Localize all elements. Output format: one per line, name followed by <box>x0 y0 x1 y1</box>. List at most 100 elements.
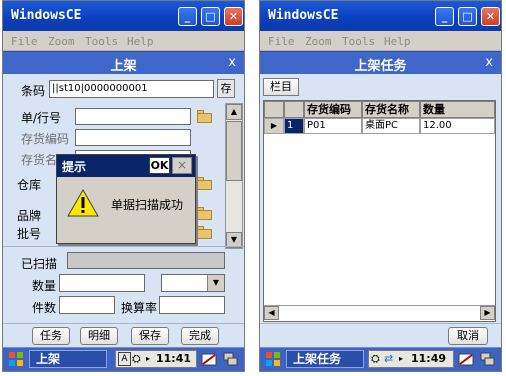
taskbar: 上架任务 ⛭ ⇄ ▸ 11:49 <box>260 347 501 371</box>
dialog-title: 提示 <box>62 160 87 174</box>
barcode-input[interactable]: ||st10|0000000001 <box>49 80 214 98</box>
menu-file[interactable]: File <box>268 35 295 48</box>
button-bar: 取消 <box>260 323 501 348</box>
keyboard-icon[interactable] <box>458 351 474 367</box>
dialog-ok-button[interactable]: OK <box>149 157 170 174</box>
pieces-input[interactable] <box>59 296 115 314</box>
taskbar-app[interactable]: 上架 <box>29 350 107 368</box>
form-title: 上架 <box>110 59 137 74</box>
form-title: 上架任务 <box>354 59 407 74</box>
vertical-scrollbar[interactable]: ▲ ▼ <box>225 103 243 249</box>
system-tray: A ⛭ ▸ 11:41 <box>115 350 197 368</box>
save-button[interactable]: 保存 <box>131 327 169 345</box>
conversion-rate-input[interactable] <box>159 296 225 314</box>
form-header: 上架 x <box>3 51 244 75</box>
dialog-title-bar: 提示 OK × <box>57 155 195 177</box>
scanned-field <box>67 252 225 269</box>
barcode-label: 条码 <box>21 84 46 98</box>
right-window: WindowsCE _ □ ✕ File Zoom Tools Help 上架任… <box>259 0 502 372</box>
sync-icon[interactable]: ⇄ <box>384 351 393 367</box>
dialog-message: 单据扫描成功 <box>111 198 184 212</box>
windows-switch-icon[interactable] <box>480 351 496 367</box>
menu-bar: File Zoom Tools Help <box>260 32 501 51</box>
pieces-label: 件数 <box>32 301 57 315</box>
folder-icon[interactable] <box>197 207 213 220</box>
quantity-label: 数量 <box>32 279 57 293</box>
title-bar: WindowsCE _ □ ✕ <box>260 1 501 31</box>
task-button[interactable]: 任务 <box>32 327 70 345</box>
network-icon[interactable]: ⛭ <box>371 351 380 367</box>
chevron-down-icon[interactable]: ▼ <box>207 275 224 291</box>
conversion-rate-label: 换算率 <box>121 301 158 315</box>
row-name[interactable]: 桌面PC <box>362 118 420 134</box>
window-title: WindowsCE <box>268 8 339 23</box>
ime-indicator[interactable]: A <box>118 352 131 366</box>
brand-label: 品牌 <box>17 209 42 223</box>
divider <box>3 246 244 247</box>
scroll-left-button[interactable]: ◀ <box>264 306 279 320</box>
title-bar: WindowsCE _ □ ✕ <box>3 1 244 31</box>
order-line-label: 单/行号 <box>21 111 62 125</box>
menu-file[interactable]: File <box>11 35 38 48</box>
folder-icon[interactable] <box>197 177 213 190</box>
menu-tools[interactable]: Tools <box>342 35 375 48</box>
horizontal-scrollbar[interactable]: ◀ ▶ <box>264 305 495 321</box>
close-window-button[interactable]: ✕ <box>481 7 500 26</box>
window-title: WindowsCE <box>11 8 82 23</box>
start-flag-icon[interactable] <box>7 351 25 369</box>
menu-zoom[interactable]: Zoom <box>305 35 332 48</box>
task-table: 存货编码 存货名称 数量 ▶ 1 P01 桌面PC 12.00 ◀ ▶ <box>263 100 496 322</box>
folder-icon[interactable] <box>197 110 213 123</box>
message-dialog: 提示 OK × 单据扫描成功 <box>56 154 196 244</box>
table-header-qty[interactable]: 数量 <box>420 101 495 118</box>
network-icon[interactable]: ⛭ <box>132 351 141 367</box>
table-header-name[interactable]: 存货名称 <box>362 101 420 118</box>
keyboard-icon[interactable] <box>201 351 217 367</box>
item-code-input[interactable] <box>75 129 191 146</box>
arrow-right-icon: ▸ <box>399 354 404 363</box>
menu-bar: File Zoom Tools Help <box>3 32 244 51</box>
warning-icon <box>67 189 99 217</box>
windows-switch-icon[interactable] <box>223 351 239 367</box>
columns-button[interactable]: 栏目 <box>263 78 299 96</box>
start-flag-icon[interactable] <box>264 351 282 369</box>
scroll-right-button[interactable]: ▶ <box>480 306 495 320</box>
unit-select[interactable]: ▼ <box>161 274 225 292</box>
menu-help[interactable]: Help <box>127 35 154 48</box>
item-code-label: 存货编码 <box>21 132 70 146</box>
menu-zoom[interactable]: Zoom <box>48 35 75 48</box>
menu-tools[interactable]: Tools <box>85 35 118 48</box>
clock[interactable]: 11:49 <box>411 351 446 367</box>
clock[interactable]: 11:41 <box>156 351 191 367</box>
table-header-blank <box>264 101 284 118</box>
row-index[interactable]: 1 <box>284 118 304 134</box>
cancel-button[interactable]: 取消 <box>448 327 488 345</box>
scroll-thumb[interactable] <box>226 121 242 181</box>
maximize-button[interactable]: □ <box>201 7 220 26</box>
taskbar-app[interactable]: 上架任务 <box>286 350 364 368</box>
taskbar: 上架 A ⛭ ▸ 11:41 <box>3 347 244 371</box>
menu-help[interactable]: Help <box>384 35 411 48</box>
row-qty[interactable]: 12.00 <box>420 118 495 134</box>
finish-button[interactable]: 完成 <box>181 327 219 345</box>
form-close-button[interactable]: x <box>485 55 493 70</box>
table-header-index <box>284 101 304 118</box>
minimize-button[interactable]: _ <box>435 7 454 26</box>
close-window-button[interactable]: ✕ <box>224 7 243 26</box>
order-line-input[interactable] <box>75 108 191 125</box>
button-bar: 任务 明细 保存 完成 <box>3 323 244 348</box>
system-tray: ⛭ ⇄ ▸ 11:49 <box>368 350 454 368</box>
quantity-input[interactable] <box>59 274 145 292</box>
dialog-close-button[interactable]: × <box>172 157 192 174</box>
maximize-button[interactable]: □ <box>458 7 477 26</box>
left-window: WindowsCE _ □ ✕ File Zoom Tools Help 上架 … <box>2 0 245 372</box>
table-header-code[interactable]: 存货编码 <box>304 101 362 118</box>
minimize-button[interactable]: _ <box>178 7 197 26</box>
batch-label: 批号 <box>17 227 42 241</box>
form-close-button[interactable]: x <box>228 55 236 70</box>
store-button[interactable]: 存 <box>217 79 235 98</box>
scroll-up-button[interactable]: ▲ <box>226 104 242 120</box>
detail-button[interactable]: 明细 <box>80 327 118 345</box>
folder-icon[interactable] <box>197 226 213 239</box>
row-code[interactable]: P01 <box>304 118 362 134</box>
